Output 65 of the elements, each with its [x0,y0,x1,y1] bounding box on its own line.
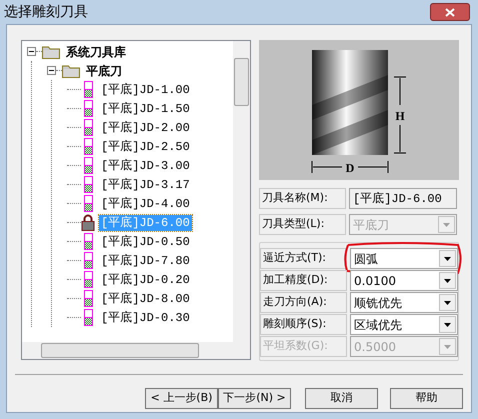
dropdown-field[interactable]: 圆弧 [350,248,458,269]
field-label: 刀具名称(M): [259,188,346,209]
tree-item[interactable]: [平底]JD-0.50 [99,234,192,250]
tool-icon [84,176,92,193]
field-label: 走刀方向(A): [260,292,347,313]
tree-item[interactable]: [平底]JD-4.00 [99,196,192,212]
tool-icon [84,233,92,250]
tree-item[interactable]: [平底]JD-3.00 [99,158,192,174]
tree-item[interactable]: [平底]JD-0.30 [99,310,192,326]
tree-item[interactable]: [平底]JD-7.80 [99,252,192,268]
tree-item[interactable]: [平底]JD-2.50 [99,138,192,154]
horizontal-scrollbar[interactable] [22,342,250,359]
tree-item[interactable]: [平底]JD-8.00 [99,290,192,306]
vertical-scrollbar[interactable] [233,41,250,342]
window-title: 选择雕刻刀具 [4,2,88,22]
height-label: H [395,109,405,123]
tool-icon [84,290,92,307]
collapse-icon[interactable] [27,47,36,56]
diameter-label: D [346,161,354,175]
caret-icon [444,256,451,260]
dialog-button[interactable]: 取消 [305,388,378,409]
tree-item[interactable]: [平底]JD-1.50 [99,100,192,116]
caret-icon [444,300,451,304]
close-button[interactable] [430,3,470,21]
dropdown-button[interactable] [439,316,456,333]
close-icon [445,8,455,16]
field-label: 逼近方式(T): [260,248,347,269]
dialog-button[interactable]: 下一步(N) > [218,388,291,409]
dialog-button[interactable]: < 上一步(B) [145,388,218,409]
scrollbar-thumb[interactable] [234,58,249,106]
tool-icon [84,138,92,155]
folder-icon [62,64,80,78]
tool-icon [84,100,92,117]
caret-icon [444,322,451,326]
dropdown-field[interactable]: 0.0100 [350,270,458,291]
tool-icon [84,157,92,174]
field-label: 平坦系数(G): [260,336,347,357]
caret-icon [443,222,450,226]
dropdown-button[interactable] [439,294,456,311]
caret-icon [444,278,451,282]
tree-item[interactable]: [平底]JD-0.20 [99,272,192,288]
caret-icon [444,344,451,348]
dropdown-field[interactable]: 顺铣优先 [350,292,458,313]
dropdown-button[interactable] [439,250,456,267]
tool-icon [84,81,92,98]
dropdown-button[interactable] [439,272,456,289]
tool-icon [84,119,92,136]
scrollbar-thumb[interactable] [41,343,199,358]
tool-icon [84,252,92,269]
tool-icon [84,195,92,212]
tool-icon [84,309,92,326]
dropdown-field[interactable]: 区域优先 [350,314,458,335]
tree-item[interactable]: [平底]JD-3.17 [99,176,192,192]
dialog-button[interactable]: 帮助 [390,388,463,409]
tree-item[interactable]: [平底]JD-1.00 [99,82,192,98]
field-label: 雕刻顺序(S): [260,314,347,335]
field-label: 加工精度(D): [260,270,347,291]
folder-icon [42,44,60,58]
tree-item[interactable]: [平底]JD-2.00 [99,120,192,136]
tree-item[interactable]: 系统刀具库 [64,44,128,60]
name-field[interactable]: [平底]JD-6.00 [349,188,457,209]
tree-item[interactable]: 平底刀 [84,62,124,78]
tool-icon [84,271,92,288]
collapse-icon[interactable] [47,66,56,75]
field-label: 刀具类型(L): [259,214,346,235]
